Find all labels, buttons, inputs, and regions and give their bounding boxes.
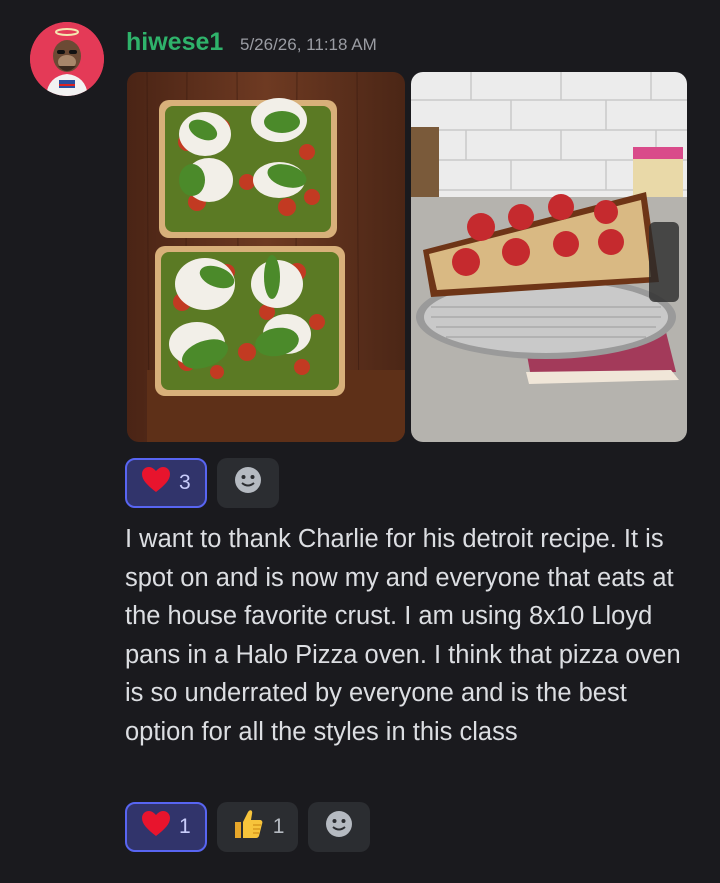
thumbs-up-icon <box>231 807 265 847</box>
thumbs-up-reaction-count: 1 <box>272 815 285 838</box>
pizza-photo-left[interactable] <box>127 72 405 442</box>
add-reaction-button[interactable] <box>216 458 279 508</box>
pizza-photo-right[interactable] <box>411 72 687 442</box>
message-text: I want to thank Charlie for his detroit … <box>125 525 681 746</box>
smiley-icon <box>324 809 354 845</box>
add-reaction-button[interactable] <box>308 802 371 852</box>
heart-reaction[interactable]: 1 <box>125 802 207 852</box>
message-reaction-bar: 1 1 <box>125 802 371 852</box>
smiley-icon <box>233 465 263 501</box>
thumbs-up-reaction[interactable]: 1 <box>216 802 299 852</box>
avatar[interactable] <box>30 22 104 96</box>
author-name[interactable]: hiwese1 <box>126 28 223 57</box>
heart-reaction-count: 3 <box>179 471 191 494</box>
heart-icon <box>141 810 171 844</box>
message-timestamp: 5/26/26, 11:18 AM <box>240 35 377 54</box>
heart-icon <box>141 466 171 500</box>
heart-reaction-count: 1 <box>179 815 191 838</box>
heart-reaction[interactable]: 3 <box>125 458 207 508</box>
image-reaction-bar: 3 <box>125 458 279 508</box>
